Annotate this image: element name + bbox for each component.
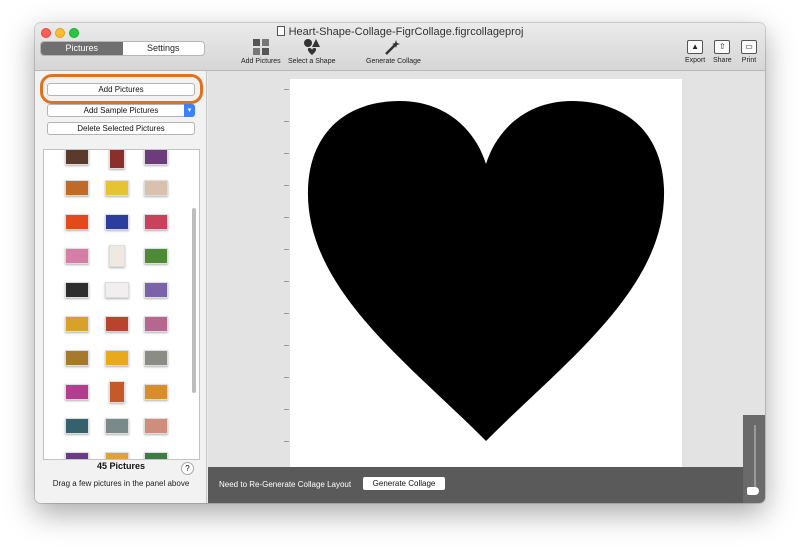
grid-photos-icon (252, 39, 269, 55)
ruler-tick (284, 345, 289, 346)
picture-thumbnail[interactable] (105, 282, 129, 298)
picture-thumbnail[interactable] (109, 381, 125, 403)
picture-thumbnail[interactable] (144, 214, 168, 230)
picture-thumbnail[interactable] (65, 316, 89, 332)
picture-thumbnail[interactable] (105, 350, 129, 366)
picture-thumbnail[interactable] (105, 316, 129, 332)
drag-hint: Drag a few pictures in the panel above (52, 479, 190, 488)
zoom-slider[interactable] (743, 415, 765, 503)
shapes-icon (303, 39, 320, 55)
picture-thumbnail[interactable] (144, 418, 168, 434)
app-window: Heart-Shape-Collage-FigrCollage.figrcoll… (35, 23, 765, 503)
ruler-tick (284, 281, 289, 282)
picture-thumbnail[interactable] (109, 245, 125, 267)
picture-thumbnail[interactable] (65, 418, 89, 434)
document-icon (276, 26, 285, 36)
vertical-scrollbar[interactable] (192, 208, 196, 393)
ruler-tick (284, 377, 289, 378)
add-pictures-button[interactable]: Add Pictures (47, 83, 195, 96)
picture-thumbnail-list[interactable] (43, 149, 200, 460)
ruler-tick (284, 217, 289, 218)
picture-thumbnail[interactable] (65, 452, 89, 459)
picture-thumbnail[interactable] (65, 248, 89, 264)
add-sample-pictures-button[interactable]: Add Sample Pictures ▾ (47, 104, 195, 117)
printer-icon: ▭ (741, 40, 757, 54)
heart-shape-path (307, 101, 665, 441)
wand-icon (385, 40, 401, 55)
ruler-tick (284, 89, 289, 90)
picture-thumbnail[interactable] (105, 418, 129, 434)
toolbar: Heart-Shape-Collage-FigrCollage.figrcoll… (35, 23, 765, 71)
picture-thumbnail[interactable] (65, 384, 89, 400)
picture-thumbnail[interactable] (144, 282, 168, 298)
generate-collage-button[interactable]: Generate Collage (363, 477, 445, 490)
picture-thumbnail[interactable] (65, 180, 89, 196)
ruler-tick (284, 153, 289, 154)
picture-thumbnail[interactable] (144, 452, 168, 459)
regenerate-message: Need to Re-Generate Collage Layout (219, 480, 352, 489)
picture-thumbnail[interactable] (144, 180, 168, 196)
heart-shape (307, 101, 665, 441)
zoom-track (754, 425, 756, 487)
collage-page[interactable] (290, 79, 682, 467)
help-button[interactable]: ? (181, 462, 194, 475)
toolbar-print[interactable]: ▭ Print (741, 38, 757, 64)
toolbar-generate-collage[interactable]: Generate Collage (366, 38, 421, 65)
picture-thumbnail[interactable] (144, 384, 168, 400)
ruler-tick (284, 409, 289, 410)
toolbar-add-pictures[interactable]: Add Pictures (241, 38, 281, 65)
zoom-knob[interactable] (747, 487, 759, 495)
picture-thumbnail[interactable] (105, 214, 129, 230)
sidebar: Add Pictures Add Sample Pictures ▾ Delet… (35, 71, 207, 503)
picture-thumbnail[interactable] (144, 350, 168, 366)
picture-thumbnail[interactable] (144, 150, 168, 165)
chevron-down-icon[interactable]: ▾ (184, 104, 195, 117)
toolbar-select-shape[interactable]: Select a Shape (288, 38, 335, 65)
picture-thumbnail[interactable] (144, 248, 168, 264)
ruler-tick (284, 313, 289, 314)
ruler-tick (284, 441, 289, 442)
ruler-tick (284, 249, 289, 250)
tab-pictures[interactable]: Pictures (41, 42, 123, 55)
picture-thumbnail[interactable] (65, 214, 89, 230)
ruler-tick (284, 121, 289, 122)
toolbar-share[interactable]: ⇧ Share (713, 38, 732, 64)
ruler-tick (284, 185, 289, 186)
picture-thumbnail[interactable] (105, 452, 129, 459)
picture-thumbnail[interactable] (109, 150, 125, 169)
picture-thumbnail[interactable] (65, 150, 89, 165)
toolbar-export[interactable]: ▲ Export (685, 38, 705, 64)
picture-thumbnail[interactable] (65, 350, 89, 366)
collage-canvas-area (208, 71, 765, 467)
image-export-icon: ▲ (687, 40, 704, 54)
status-bar: Need to Re-Generate Collage Layout Gener… (208, 467, 765, 503)
tab-settings[interactable]: Settings (123, 42, 205, 55)
delete-selected-pictures-button[interactable]: Delete Selected Pictures (47, 122, 195, 135)
window-title: Heart-Shape-Collage-FigrCollage.figrcoll… (35, 26, 765, 38)
picture-thumbnail[interactable] (144, 316, 168, 332)
picture-thumbnail[interactable] (105, 180, 129, 196)
picture-thumbnail[interactable] (65, 282, 89, 298)
sidebar-tab-switcher: Pictures Settings (40, 41, 205, 56)
share-icon: ⇧ (714, 40, 731, 54)
